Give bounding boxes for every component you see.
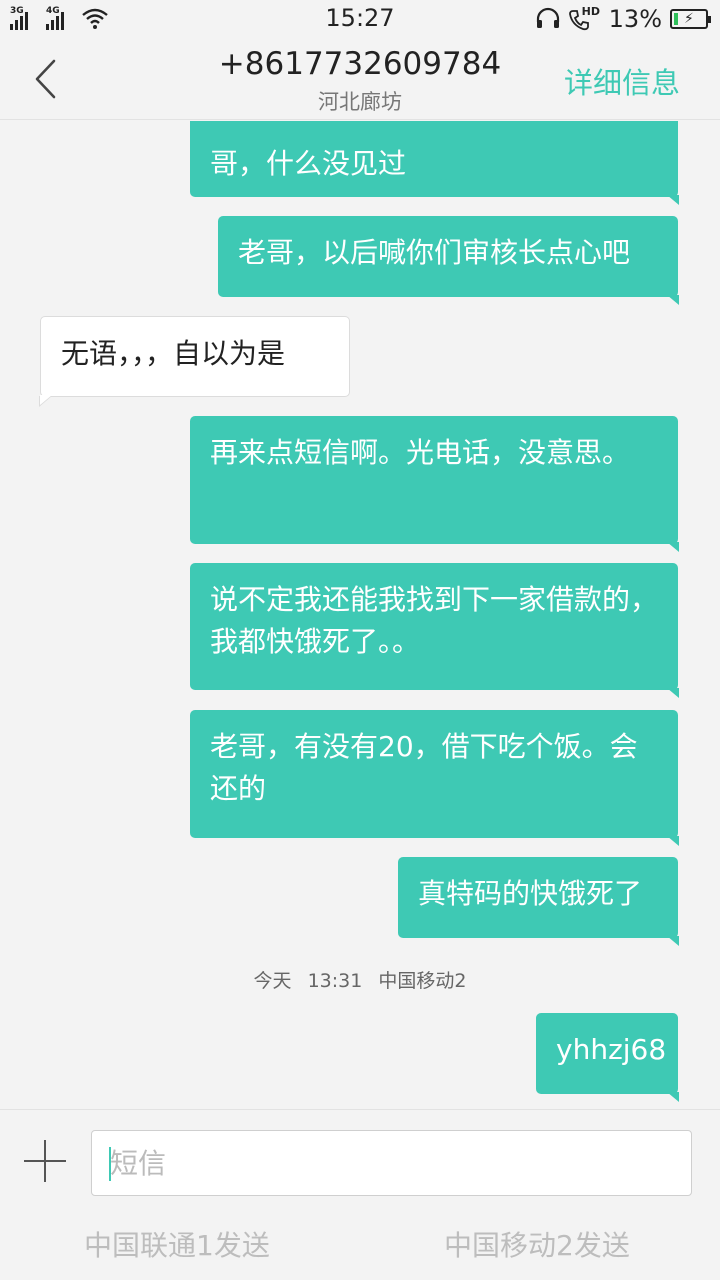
text-cursor [109, 1147, 111, 1181]
message-text: 老哥，有没有20，借下吃个饭。会还的 [210, 730, 638, 805]
details-button[interactable]: 详细信息 [564, 60, 680, 102]
message-bubble-outgoing[interactable]: 说不定我还能我找到下一家借款的，我都快饿死了。。 [190, 563, 679, 698]
battery-percent: 13% [608, 5, 662, 33]
status-bar: 3G 4G 15:27 HD 13% ⚡ [0, 0, 720, 38]
headset-icon [536, 7, 559, 28]
hd-call-icon: HD [568, 5, 601, 32]
message-input[interactable] [91, 1130, 692, 1196]
message-list[interactable]: 哥，什么没见过 老哥，以后喊你们审核长点心吧 无语，，，自以为是 再来点短信啊。… [0, 121, 720, 1109]
message-bubble-outgoing[interactable]: 老哥，有没有20，借下吃个饭。会还的 [190, 710, 679, 846]
message-text: 哥，什么没见过 [210, 147, 407, 180]
hd-label: HD [581, 5, 600, 18]
message-bubble-outgoing[interactable]: 老哥，以后喊你们审核长点心吧 [218, 216, 679, 305]
timestamp-day: 今天 [253, 970, 292, 992]
message-bubble-outgoing[interactable]: 哥，什么没见过 [190, 121, 679, 205]
message-bubble-outgoing[interactable]: 真特码的快饿死了 [398, 857, 679, 946]
message-bubble-outgoing[interactable]: yhhzj68 [536, 1013, 679, 1102]
send-sim1-button[interactable]: 中国联通1发送 [84, 1224, 270, 1264]
add-attachment-button[interactable] [24, 1140, 66, 1182]
message-bubble-incoming[interactable]: 无语，，，自以为是 [39, 316, 350, 407]
message-text: 说不定我还能我找到下一家借款的，我都快饿死了。。 [210, 583, 659, 658]
message-text: 真特码的快饿死了 [418, 877, 643, 910]
conversation-header: +8617732609784 河北廊坊 详细信息 [0, 38, 720, 120]
composer-bar: 中国联通1发送 中国移动2发送 [0, 1109, 720, 1280]
message-text: yhhzj68 [556, 1033, 667, 1066]
message-text: 再来点短信啊。光电话，没意思。 [210, 436, 631, 469]
message-timestamp: 今天 13:31 中国移动2 [0, 966, 720, 993]
timestamp-carrier: 中国移动2 [378, 970, 467, 992]
message-bubble-outgoing[interactable]: 再来点短信啊。光电话，没意思。 [190, 416, 679, 552]
message-text: 老哥，以后喊你们审核长点心吧 [238, 236, 631, 269]
message-text: 无语，，，自以为是 [61, 337, 286, 370]
send-sim2-button[interactable]: 中国移动2发送 [444, 1224, 630, 1264]
battery-icon: ⚡ [670, 9, 711, 29]
timestamp-time: 13:31 [307, 970, 363, 992]
